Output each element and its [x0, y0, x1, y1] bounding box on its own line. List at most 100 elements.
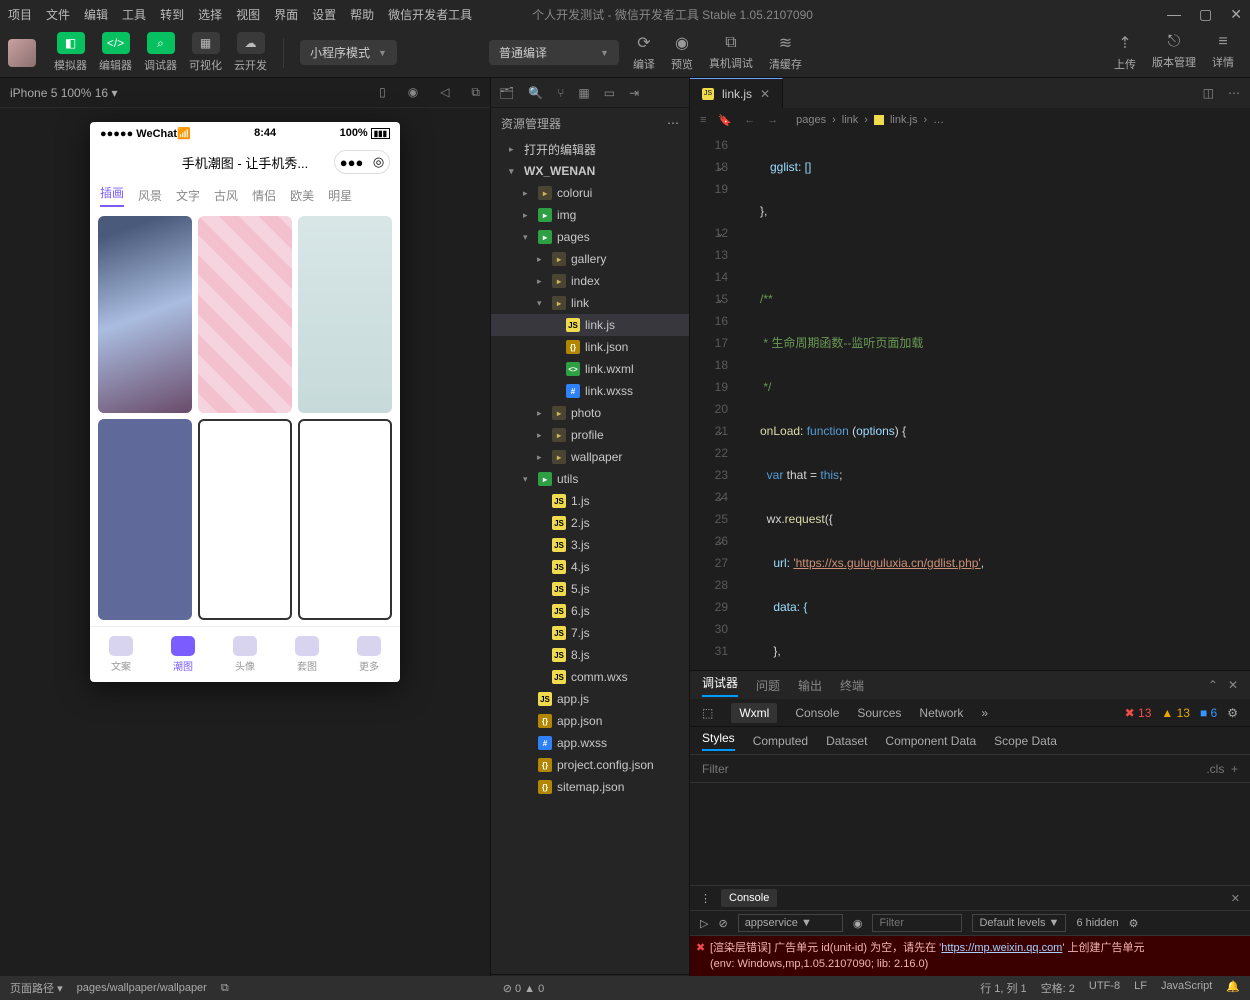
wechat-capsule[interactable]: ●●●◎ [334, 150, 390, 174]
tree-open-editors[interactable]: ▸打开的编辑器 [491, 138, 689, 160]
tree-file-linkjs[interactable]: JSlink.js [491, 314, 689, 336]
panel-collapse-icon[interactable]: ⌃ [1208, 678, 1218, 692]
console-hidden[interactable]: 6 hidden [1076, 917, 1118, 929]
list-icon[interactable]: ≡ [700, 114, 706, 127]
tree-file[interactable]: JS6.js [491, 600, 689, 622]
version-button[interactable]: ⎋版本管理 [1152, 33, 1196, 72]
menu-project[interactable]: 项目 [8, 6, 32, 23]
more-icon[interactable]: ⇥ [629, 86, 639, 100]
status-problems[interactable]: ⊘ 0 ▲ 0 [503, 982, 545, 995]
sim-record-icon[interactable]: ◉ [408, 85, 418, 100]
maximize-button[interactable]: ▢ [1199, 6, 1212, 23]
tree-file[interactable]: JScomm.wxs [491, 666, 689, 688]
inspect-icon[interactable]: ⬚ [702, 706, 713, 720]
page-path[interactable]: pages/wallpaper/wallpaper [77, 982, 207, 994]
simulator-button[interactable]: ◧模拟器 [54, 32, 87, 73]
warn-badge[interactable]: ▲ 13 [1161, 706, 1190, 720]
tree-file[interactable]: JSapp.js [491, 688, 689, 710]
tree-folder[interactable]: ▾▸link [491, 292, 689, 314]
menu-interface[interactable]: 界面 [274, 6, 298, 23]
panel-tab-debugger[interactable]: 调试器 [702, 674, 738, 697]
tab-couple[interactable]: 情侣 [252, 187, 276, 204]
more-icon[interactable]: ⋯ [1228, 86, 1240, 100]
menu-select[interactable]: 选择 [198, 6, 222, 23]
console-toggle-icon[interactable]: ▷ [700, 917, 708, 930]
files-icon[interactable]: 🗂 [499, 86, 514, 100]
console-tab[interactable]: Console [721, 889, 777, 907]
console-eye-icon[interactable]: ◉ [853, 917, 863, 930]
wallpaper-thumb[interactable] [298, 419, 392, 620]
panel-tab-terminal[interactable]: 终端 [840, 677, 864, 694]
console-gear-icon[interactable]: ⚙ [1129, 917, 1139, 930]
wallpaper-thumb[interactable] [98, 216, 192, 413]
menu-view[interactable]: 视图 [236, 6, 260, 23]
split-icon[interactable]: ◫ [1203, 86, 1214, 100]
tree-file[interactable]: JS1.js [491, 490, 689, 512]
tab-ancient[interactable]: 古风 [214, 187, 238, 204]
search-icon[interactable]: 🔍 [528, 86, 543, 100]
tab-illustration[interactable]: 插画 [100, 184, 124, 207]
info-badge[interactable]: ■ 6 [1200, 706, 1217, 720]
tree-file[interactable]: JS2.js [491, 512, 689, 534]
build-dropdown[interactable]: 普通编译▼ [489, 40, 619, 65]
tree-folder[interactable]: ▸▸wallpaper [491, 446, 689, 468]
realdevice-button[interactable]: ⧉真机调试 [709, 34, 753, 71]
console-close-icon[interactable]: ✕ [1231, 892, 1240, 905]
eol-info[interactable]: LF [1134, 980, 1147, 996]
devtab-sources[interactable]: Sources [857, 706, 901, 720]
language-info[interactable]: JavaScript [1161, 980, 1212, 996]
tab-star[interactable]: 明星 [328, 187, 352, 204]
sim-back-icon[interactable]: ◁ [440, 85, 449, 100]
tree-folder[interactable]: ▸▸profile [491, 424, 689, 446]
panel-icon[interactable]: ▭ [604, 86, 615, 100]
explorer-more-icon[interactable]: ⋯ [667, 116, 679, 130]
user-avatar[interactable] [8, 39, 36, 67]
compdata-tab[interactable]: Component Data [885, 734, 976, 748]
scopedata-tab[interactable]: Scope Data [994, 734, 1057, 748]
console-expand-icon[interactable]: ⋮ [700, 892, 711, 905]
tree-file[interactable]: {}sitemap.json [491, 776, 689, 798]
panel-tab-output[interactable]: 输出 [798, 677, 822, 694]
editor-button[interactable]: </>编辑器 [99, 32, 132, 73]
encoding-info[interactable]: UTF-8 [1089, 980, 1120, 996]
menu-help[interactable]: 帮助 [350, 6, 374, 23]
tree-folder[interactable]: ▸▸gallery [491, 248, 689, 270]
devtab-console[interactable]: Console [795, 706, 839, 720]
sim-home-icon[interactable]: ⧉ [471, 85, 480, 100]
tree-file[interactable]: {}project.config.json [491, 754, 689, 776]
menu-wxdevtools[interactable]: 微信开发者工具 [388, 6, 472, 23]
debugger-button[interactable]: ⌕调试器 [144, 32, 177, 73]
console-scope[interactable]: appservice ▼ [738, 914, 843, 932]
menu-tools[interactable]: 工具 [122, 6, 146, 23]
cursor-position[interactable]: 行 1, 列 1 [980, 980, 1026, 996]
tree-file[interactable]: <>link.wxml [491, 358, 689, 380]
style-filter-input[interactable]: Filter [702, 762, 729, 776]
tree-file[interactable]: JS7.js [491, 622, 689, 644]
wallpaper-thumb[interactable] [298, 216, 392, 413]
device-selector[interactable]: iPhone 5 100% 16 [10, 86, 108, 100]
minimize-button[interactable]: — [1167, 6, 1181, 23]
tabbar-image[interactable]: 潮图 [171, 636, 195, 673]
devtab-more-icon[interactable]: » [981, 706, 988, 720]
tab-scenery[interactable]: 风景 [138, 187, 162, 204]
bookmark-icon[interactable]: 🔖 [718, 114, 732, 127]
devtools-settings-icon[interactable]: ⚙ [1227, 706, 1238, 720]
error-badge[interactable]: ✖ 13 [1125, 706, 1152, 720]
editor-tab-linkjs[interactable]: JSlink.js✕ [690, 78, 783, 108]
tree-folder[interactable]: ▸▸index [491, 270, 689, 292]
tree-folder[interactable]: ▸▸colorui [491, 182, 689, 204]
close-tab-icon[interactable]: ✕ [760, 87, 770, 101]
tree-folder[interactable]: ▸▸img [491, 204, 689, 226]
tree-file[interactable]: JS3.js [491, 534, 689, 556]
computed-tab[interactable]: Computed [753, 734, 808, 748]
menu-edit[interactable]: 编辑 [84, 6, 108, 23]
indent-info[interactable]: 空格: 2 [1041, 980, 1075, 996]
styles-tab[interactable]: Styles [702, 731, 735, 751]
detail-button[interactable]: ≡详情 [1212, 33, 1234, 72]
compile-button[interactable]: ⟳编译 [633, 33, 655, 72]
console-clear-icon[interactable]: ⊘ [718, 917, 727, 930]
menu-file[interactable]: 文件 [46, 6, 70, 23]
tree-folder[interactable]: ▾▸utils [491, 468, 689, 490]
tree-folder[interactable]: ▾▸pages [491, 226, 689, 248]
tabbar-set[interactable]: 套图 [295, 636, 319, 673]
